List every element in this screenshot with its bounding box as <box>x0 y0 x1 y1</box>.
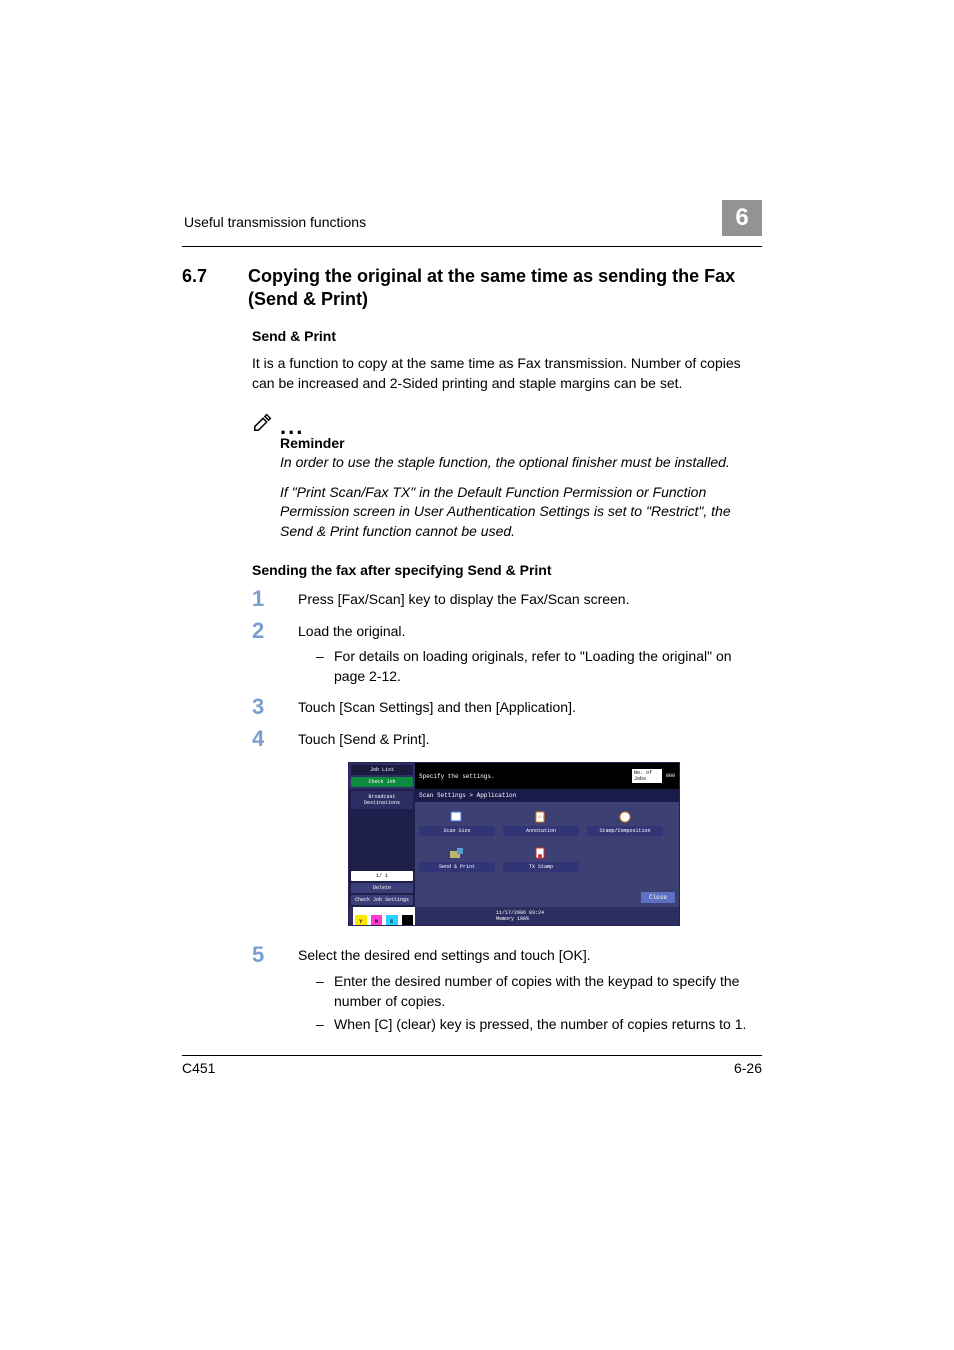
tile-label: Annotation <box>503 826 579 836</box>
ui-screenshot: Job List Check Job Specify the settings.… <box>348 762 680 926</box>
step-subitem: Enter the desired number of copies with … <box>316 972 762 1011</box>
memory-label: Memory 100% <box>496 916 544 922</box>
pencil-icon <box>252 411 274 433</box>
close-button[interactable]: Close <box>641 892 675 903</box>
check-job-settings-button[interactable]: Check Job Settings <box>351 895 413 905</box>
reminder-icon-row: ... <box>252 411 762 433</box>
section-title: Copying the original at the same time as… <box>248 265 762 310</box>
step-subitem: For details on loading originals, refer … <box>316 647 762 686</box>
running-head-text: Useful transmission functions <box>184 214 366 230</box>
job-list-tab[interactable]: Job List <box>351 765 413 775</box>
step-text: Touch [Scan Settings] and then [Applicat… <box>298 698 762 718</box>
reminder-paragraph-2: If "Print Scan/Fax TX" in the Default Fu… <box>280 483 762 542</box>
footer-model: C451 <box>182 1060 215 1076</box>
send-print-icon <box>449 846 465 860</box>
step-text: Touch [Send & Print]. <box>298 730 762 750</box>
toner-indicator: Y M C K <box>353 907 415 925</box>
status-indicator: No. of Jobs <box>632 769 662 783</box>
step-1: 1 Press [Fax/Scan] key to display the Fa… <box>252 590 762 610</box>
check-job-tab[interactable]: Check Job <box>351 777 413 787</box>
reminder-paragraph-1: In order to use the staple function, the… <box>280 453 762 473</box>
step-text: Select the desired end settings and touc… <box>298 947 591 963</box>
section-number: 6.7 <box>182 265 222 310</box>
footer-rule <box>182 1055 762 1056</box>
stamp-composition-icon <box>617 810 633 824</box>
send-print-heading: Send & Print <box>252 328 762 344</box>
tx-stamp-icon <box>533 846 549 860</box>
stamp-composition-tile[interactable]: Stamp/Composition <box>587 810 663 836</box>
step-number: 4 <box>252 728 276 750</box>
tx-stamp-tile[interactable]: TX Stamp <box>503 846 579 872</box>
step-subitem: When [C] (clear) key is pressed, the num… <box>316 1015 762 1035</box>
send-print-tile[interactable]: Send & Print <box>419 846 495 872</box>
step-number: 5 <box>252 944 276 1034</box>
delete-button[interactable]: Delete <box>351 883 413 893</box>
tile-label: Scan Size <box>419 826 495 836</box>
annotation-tile[interactable]: 1/2 Annotation <box>503 810 579 836</box>
page-indicator: 1/ 1 <box>351 871 413 881</box>
step-3: 3 Touch [Scan Settings] and then [Applic… <box>252 698 762 718</box>
scan-size-tile[interactable]: Scan Size <box>419 810 495 836</box>
specify-settings-label: Specify the settings. <box>419 773 495 780</box>
breadcrumb: Scan Settings > Application <box>415 789 679 802</box>
annotation-icon: 1/2 <box>533 810 549 824</box>
chapter-number-badge: 6 <box>722 200 762 236</box>
header-rule <box>182 246 762 247</box>
broadcast-destinations-label: Broadcast Destinations <box>351 791 413 809</box>
page-footer: C451 6-26 <box>182 1060 762 1076</box>
running-header: Useful transmission functions 6 <box>182 210 762 242</box>
scan-size-icon <box>449 810 465 824</box>
step-4: 4 Touch [Send & Print]. <box>252 730 762 750</box>
reminder-label: Reminder <box>280 435 762 451</box>
step-5: 5 Select the desired end settings and to… <box>252 946 762 1034</box>
section-heading: 6.7 Copying the original at the same tim… <box>182 265 762 310</box>
step-number: 2 <box>252 620 276 687</box>
tile-label: TX Stamp <box>503 862 579 872</box>
footer-page-number: 6-26 <box>734 1060 762 1076</box>
steps-heading: Sending the fax after specifying Send & … <box>252 562 762 578</box>
step-number: 3 <box>252 696 276 718</box>
ellipsis-icon: ... <box>280 421 304 433</box>
tile-label: Stamp/Composition <box>587 826 663 836</box>
tile-label: Send & Print <box>419 862 495 872</box>
step-2: 2 Load the original. For details on load… <box>252 622 762 687</box>
step-number: 1 <box>252 588 276 610</box>
send-print-paragraph: It is a function to copy at the same tim… <box>252 354 762 393</box>
job-counter: 000 <box>666 773 675 779</box>
step-text: Press [Fax/Scan] key to display the Fax/… <box>298 590 762 610</box>
svg-text:1/2: 1/2 <box>538 815 546 820</box>
step-text: Load the original. <box>298 623 405 639</box>
